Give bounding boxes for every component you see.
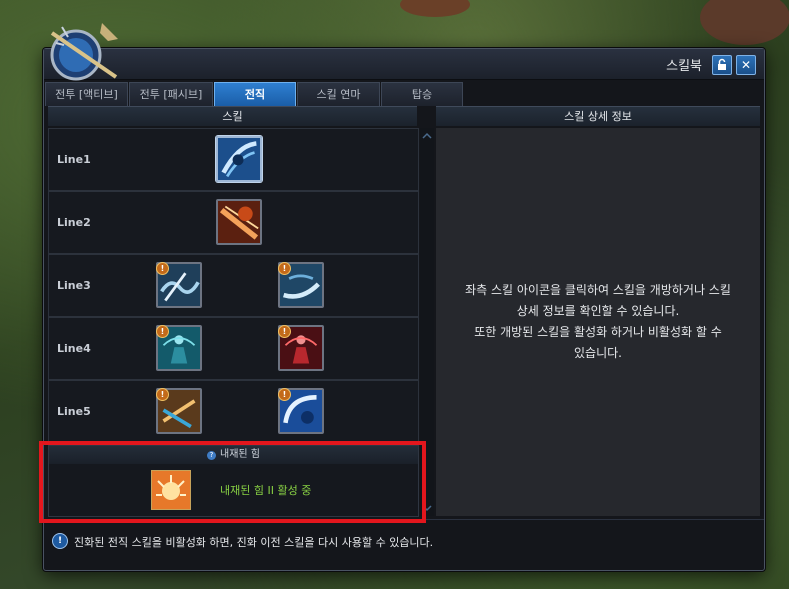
locked-badge-icon: !	[156, 325, 169, 338]
scroll-up-icon[interactable]	[420, 130, 434, 142]
locked-badge-icon: !	[156, 388, 169, 401]
locked-badge-icon: !	[156, 262, 169, 275]
skill-list-scrollbar[interactable]	[420, 128, 434, 516]
title-bar[interactable]: 스킬북 ✕	[44, 49, 764, 80]
line-label: Line3	[57, 279, 91, 292]
inner-power-header: ? 내재된 힘	[49, 446, 418, 464]
inner-power-section: ? 내재된 힘 내재된 힘 II 활성 중	[48, 445, 419, 517]
close-icon[interactable]: ✕	[736, 55, 756, 75]
help-icon[interactable]: ?	[207, 451, 216, 460]
skill-line-row: Line3 ! !	[48, 254, 419, 317]
wave-sweep-skill-icon[interactable]: !	[278, 262, 324, 308]
aqua-aura-skill-icon[interactable]: !	[156, 325, 202, 371]
window-title: 스킬북	[666, 59, 702, 74]
blue-slash-skill-icon[interactable]	[216, 136, 262, 182]
line-label: Line1	[57, 153, 91, 166]
inner-power-skill-icon[interactable]	[151, 470, 191, 510]
skill-detail-panel: 좌측 스킬 아이콘을 클릭하여 스킬을 개방하거나 스킬 상세 정보를 확인할 …	[436, 128, 760, 516]
line-label: Line2	[57, 216, 91, 229]
dual-blade-skill-icon[interactable]: !	[156, 388, 202, 434]
locked-badge-icon: !	[278, 388, 291, 401]
blue-arc-skill-icon[interactable]: !	[278, 388, 324, 434]
line-label: Line5	[57, 405, 91, 418]
skill-line-row: Line2	[48, 191, 419, 254]
inner-power-status: 내재된 힘 II 활성 중	[220, 484, 312, 497]
skill-book-window: 스킬북 ✕ 전투 [액티브] 전투 [패시브] 전직 스킬 연마 탑승 스킬 스…	[43, 23, 765, 571]
inner-power-header-label: 내재된 힘	[220, 449, 260, 460]
scroll-down-icon[interactable]	[420, 502, 434, 514]
detail-column-header: 스킬 상세 정보	[436, 106, 760, 126]
info-icon: !	[52, 533, 68, 549]
skill-column-header: 스킬	[48, 106, 417, 126]
skill-line-row: Line4 ! !	[48, 317, 419, 380]
tab-skill-training[interactable]: 스킬 연마	[297, 82, 380, 106]
background-rock	[700, 0, 789, 45]
footer-notice: 진화된 전직 스킬을 비활성화 하면, 진화 이전 스킬을 다시 사용할 수 있…	[74, 536, 434, 549]
red-aura-skill-icon[interactable]: !	[278, 325, 324, 371]
tab-combat-passive[interactable]: 전투 [패시브]	[129, 82, 213, 106]
detail-instructions: 좌측 스킬 아이콘을 클릭하여 스킬을 개방하거나 스킬 상세 정보를 확인할 …	[465, 283, 731, 360]
fire-blade-skill-icon[interactable]	[216, 199, 262, 245]
background-rock	[400, 0, 470, 17]
footer-notice-bar: ! 진화된 전직 스킬을 비활성화 하면, 진화 이전 스킬을 다시 사용할 수…	[44, 519, 764, 568]
skill-book-emblem-icon	[50, 23, 118, 81]
wave-strike-skill-icon[interactable]: !	[156, 262, 202, 308]
tab-mount[interactable]: 탑승	[381, 82, 463, 106]
tab-job-advance[interactable]: 전직	[214, 82, 296, 106]
lock-icon[interactable]	[712, 55, 732, 75]
line-label: Line4	[57, 342, 91, 355]
skill-line-row: Line1	[48, 128, 419, 191]
locked-badge-icon: !	[278, 262, 291, 275]
locked-badge-icon: !	[278, 325, 291, 338]
tab-combat-active[interactable]: 전투 [액티브]	[45, 82, 128, 106]
skill-line-row: Line5 ! !	[48, 380, 419, 443]
